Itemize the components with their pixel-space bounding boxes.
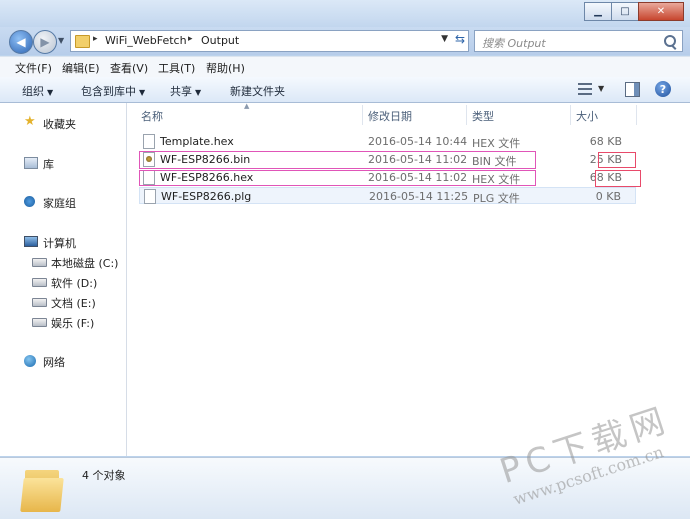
sidebar-item-label: 库 — [43, 158, 54, 171]
address-dropdown-icon[interactable]: ▼ — [441, 34, 448, 44]
menu-bar: 文件(F) 编辑(E) 查看(V) 工具(T) 帮助(H) — [0, 56, 690, 78]
sidebar-item-label: 文档 (E:) — [51, 297, 96, 310]
highlight-box — [139, 151, 536, 169]
file-date: 2016-05-14 10:44 — [368, 135, 468, 148]
file-date: 2016-05-14 11:25 — [369, 190, 469, 203]
navigation-pane: ★ 收藏夹 库 家庭组 计算机 本地磁盘 (C:) 软件 (D:) 文档 (E:… — [0, 103, 127, 456]
arrow-right-icon: ▶ — [40, 35, 50, 49]
sidebar-item-label: 软件 (D:) — [51, 277, 98, 290]
breadcrumb-separator-icon[interactable]: ▸ — [188, 34, 193, 44]
recent-pages-dropdown[interactable]: ▼ — [58, 36, 64, 45]
file-type: PLG 文件 — [473, 192, 520, 205]
table-row[interactable]: WF-ESP8266.plg 2016-05-14 11:25 PLG 文件 0… — [139, 187, 636, 205]
preview-pane-icon[interactable] — [625, 82, 640, 97]
column-header-modified[interactable]: 修改日期 — [368, 108, 412, 124]
folder-icon — [20, 466, 64, 512]
search-icon[interactable] — [664, 35, 676, 47]
drive-icon — [32, 318, 47, 327]
highlight-box — [139, 170, 536, 186]
table-row[interactable]: Template.hex 2016-05-14 10:44 HEX 文件 68 … — [139, 133, 636, 150]
highlight-box — [598, 152, 636, 168]
folder-icon — [75, 35, 90, 48]
menu-tools[interactable]: 工具(T) — [158, 60, 195, 76]
item-count: 4 个对象 — [82, 469, 126, 482]
search-box[interactable]: 搜索 Output — [474, 30, 683, 52]
star-icon: ★ — [24, 114, 36, 129]
file-name: WF-ESP8266.plg — [161, 190, 252, 203]
column-divider[interactable] — [362, 105, 363, 125]
sidebar-item-label: 网络 — [43, 356, 65, 369]
chevron-down-icon: ▼ — [195, 88, 202, 97]
chevron-down-icon: ▼ — [139, 88, 146, 97]
column-header-name[interactable]: 名称 — [141, 108, 163, 124]
file-size: 68 KB — [589, 135, 622, 148]
drive-icon — [32, 258, 47, 267]
menu-edit[interactable]: 编辑(E) — [62, 60, 100, 76]
document-icon — [144, 189, 156, 204]
breadcrumb-separator-icon[interactable]: ▸ — [93, 34, 98, 44]
address-bar[interactable]: ▸ WiFi_WebFetch ▸ Output ▼ ⇆ — [70, 30, 469, 52]
forward-button[interactable]: ▶ — [33, 30, 57, 54]
breadcrumb-item[interactable]: WiFi_WebFetch — [105, 34, 187, 47]
include-library-button[interactable]: 包含到库中 ▼ — [81, 83, 145, 99]
drive-icon — [32, 278, 47, 287]
file-size: 0 KB — [595, 190, 621, 203]
refresh-icon[interactable]: ⇆ — [455, 32, 465, 46]
file-name: Template.hex — [160, 135, 234, 148]
drive-icon — [32, 298, 47, 307]
organize-button[interactable]: 组织 ▼ — [22, 83, 53, 99]
new-folder-button[interactable]: 新建文件夹 — [230, 83, 285, 99]
arrow-left-icon: ◀ — [16, 35, 26, 49]
share-label: 共享 — [170, 85, 192, 98]
chevron-down-icon: ▼ — [47, 88, 54, 97]
close-button[interactable]: ✕ — [638, 2, 684, 21]
file-type: HEX 文件 — [472, 137, 521, 150]
view-options-icon[interactable] — [578, 83, 592, 95]
column-divider[interactable] — [570, 105, 571, 125]
search-input[interactable]: 搜索 Output — [482, 35, 546, 51]
help-icon[interactable]: ? — [655, 81, 671, 97]
breadcrumb-item[interactable]: Output — [201, 34, 239, 47]
column-header-type[interactable]: 类型 — [472, 108, 494, 124]
back-button[interactable]: ◀ — [9, 30, 33, 54]
computer-icon — [24, 236, 38, 247]
column-divider[interactable] — [466, 105, 467, 125]
homegroup-icon — [24, 196, 35, 207]
column-header-size[interactable]: 大小 — [576, 108, 598, 124]
command-bar: 组织 ▼ 包含到库中 ▼ 共享 ▼ 新建文件夹 ▼ ? — [0, 77, 690, 103]
menu-view[interactable]: 查看(V) — [110, 60, 148, 76]
column-divider[interactable] — [636, 105, 637, 125]
sidebar-item-label: 计算机 — [43, 237, 76, 250]
navigation-bar: ◀ ▶ ▼ ▸ WiFi_WebFetch ▸ Output ▼ ⇆ 搜索 Ou… — [0, 27, 690, 55]
organize-label: 组织 — [22, 85, 44, 98]
sidebar-item-label: 收藏夹 — [43, 118, 76, 131]
sidebar-item-label: 本地磁盘 (C:) — [51, 257, 119, 270]
highlight-box — [595, 170, 641, 187]
share-button[interactable]: 共享 ▼ — [170, 83, 201, 99]
document-icon — [143, 134, 155, 149]
file-list: ▲ 名称 修改日期 类型 大小 Template.hex 2016-05-14 … — [127, 102, 690, 456]
window-controls: ▁ □ ✕ — [584, 2, 684, 21]
include-library-label: 包含到库中 — [81, 85, 136, 98]
view-dropdown-icon[interactable]: ▼ — [598, 84, 604, 93]
sort-ascending-icon: ▲ — [244, 102, 250, 110]
network-icon — [24, 355, 36, 367]
title-bar: ▁ □ ✕ — [0, 0, 690, 27]
sidebar-item-label: 家庭组 — [43, 197, 76, 210]
menu-file[interactable]: 文件(F) — [15, 60, 52, 76]
library-icon — [24, 157, 38, 169]
menu-help[interactable]: 帮助(H) — [206, 60, 245, 76]
minimize-button[interactable]: ▁ — [584, 2, 612, 21]
sidebar-item-label: 娱乐 (F:) — [51, 317, 95, 330]
maximize-button[interactable]: □ — [611, 2, 639, 21]
